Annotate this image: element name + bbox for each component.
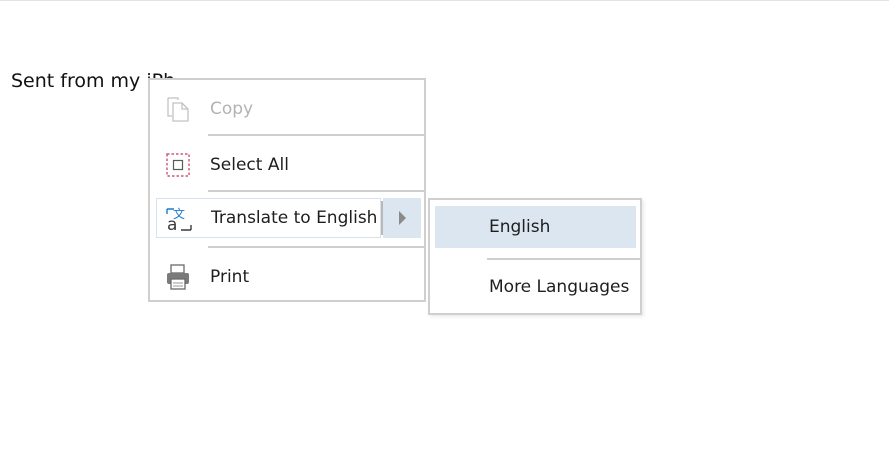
translate-main-area[interactable]: 文 a Translate to English <box>156 198 381 238</box>
translate-icon: 文 a <box>165 205 193 233</box>
submenu-item-label: English <box>489 217 551 237</box>
copy-icon <box>164 95 192 123</box>
menu-item-print[interactable]: Print <box>150 251 424 303</box>
menu-item-label: Print <box>210 267 250 287</box>
menu-item-label: Copy <box>210 99 254 119</box>
menu-item-select-all[interactable]: Select All <box>150 139 424 191</box>
svg-text:a: a <box>167 215 177 233</box>
printer-icon <box>164 263 192 291</box>
menu-item-label: Translate to English <box>211 208 378 228</box>
menu-separator <box>208 246 426 248</box>
submenu-item-english[interactable]: English <box>435 206 636 248</box>
submenu-separator <box>487 258 640 260</box>
menu-item-copy[interactable]: Copy <box>150 83 424 135</box>
menu-item-label: Select All <box>210 155 289 175</box>
menu-item-translate[interactable]: 文 a Translate to English <box>156 198 421 238</box>
context-menu: Copy Select All 文 a Translate to English <box>148 78 426 302</box>
select-all-icon <box>164 151 192 179</box>
submenu-expand-button[interactable] <box>383 198 421 238</box>
translate-submenu: English More Languages <box>428 198 642 315</box>
window-top-border <box>0 0 889 1</box>
submenu-item-more-languages[interactable]: More Languages <box>489 277 629 297</box>
menu-separator <box>208 190 426 192</box>
menu-separator <box>208 134 426 136</box>
chevron-right-icon <box>398 211 406 225</box>
